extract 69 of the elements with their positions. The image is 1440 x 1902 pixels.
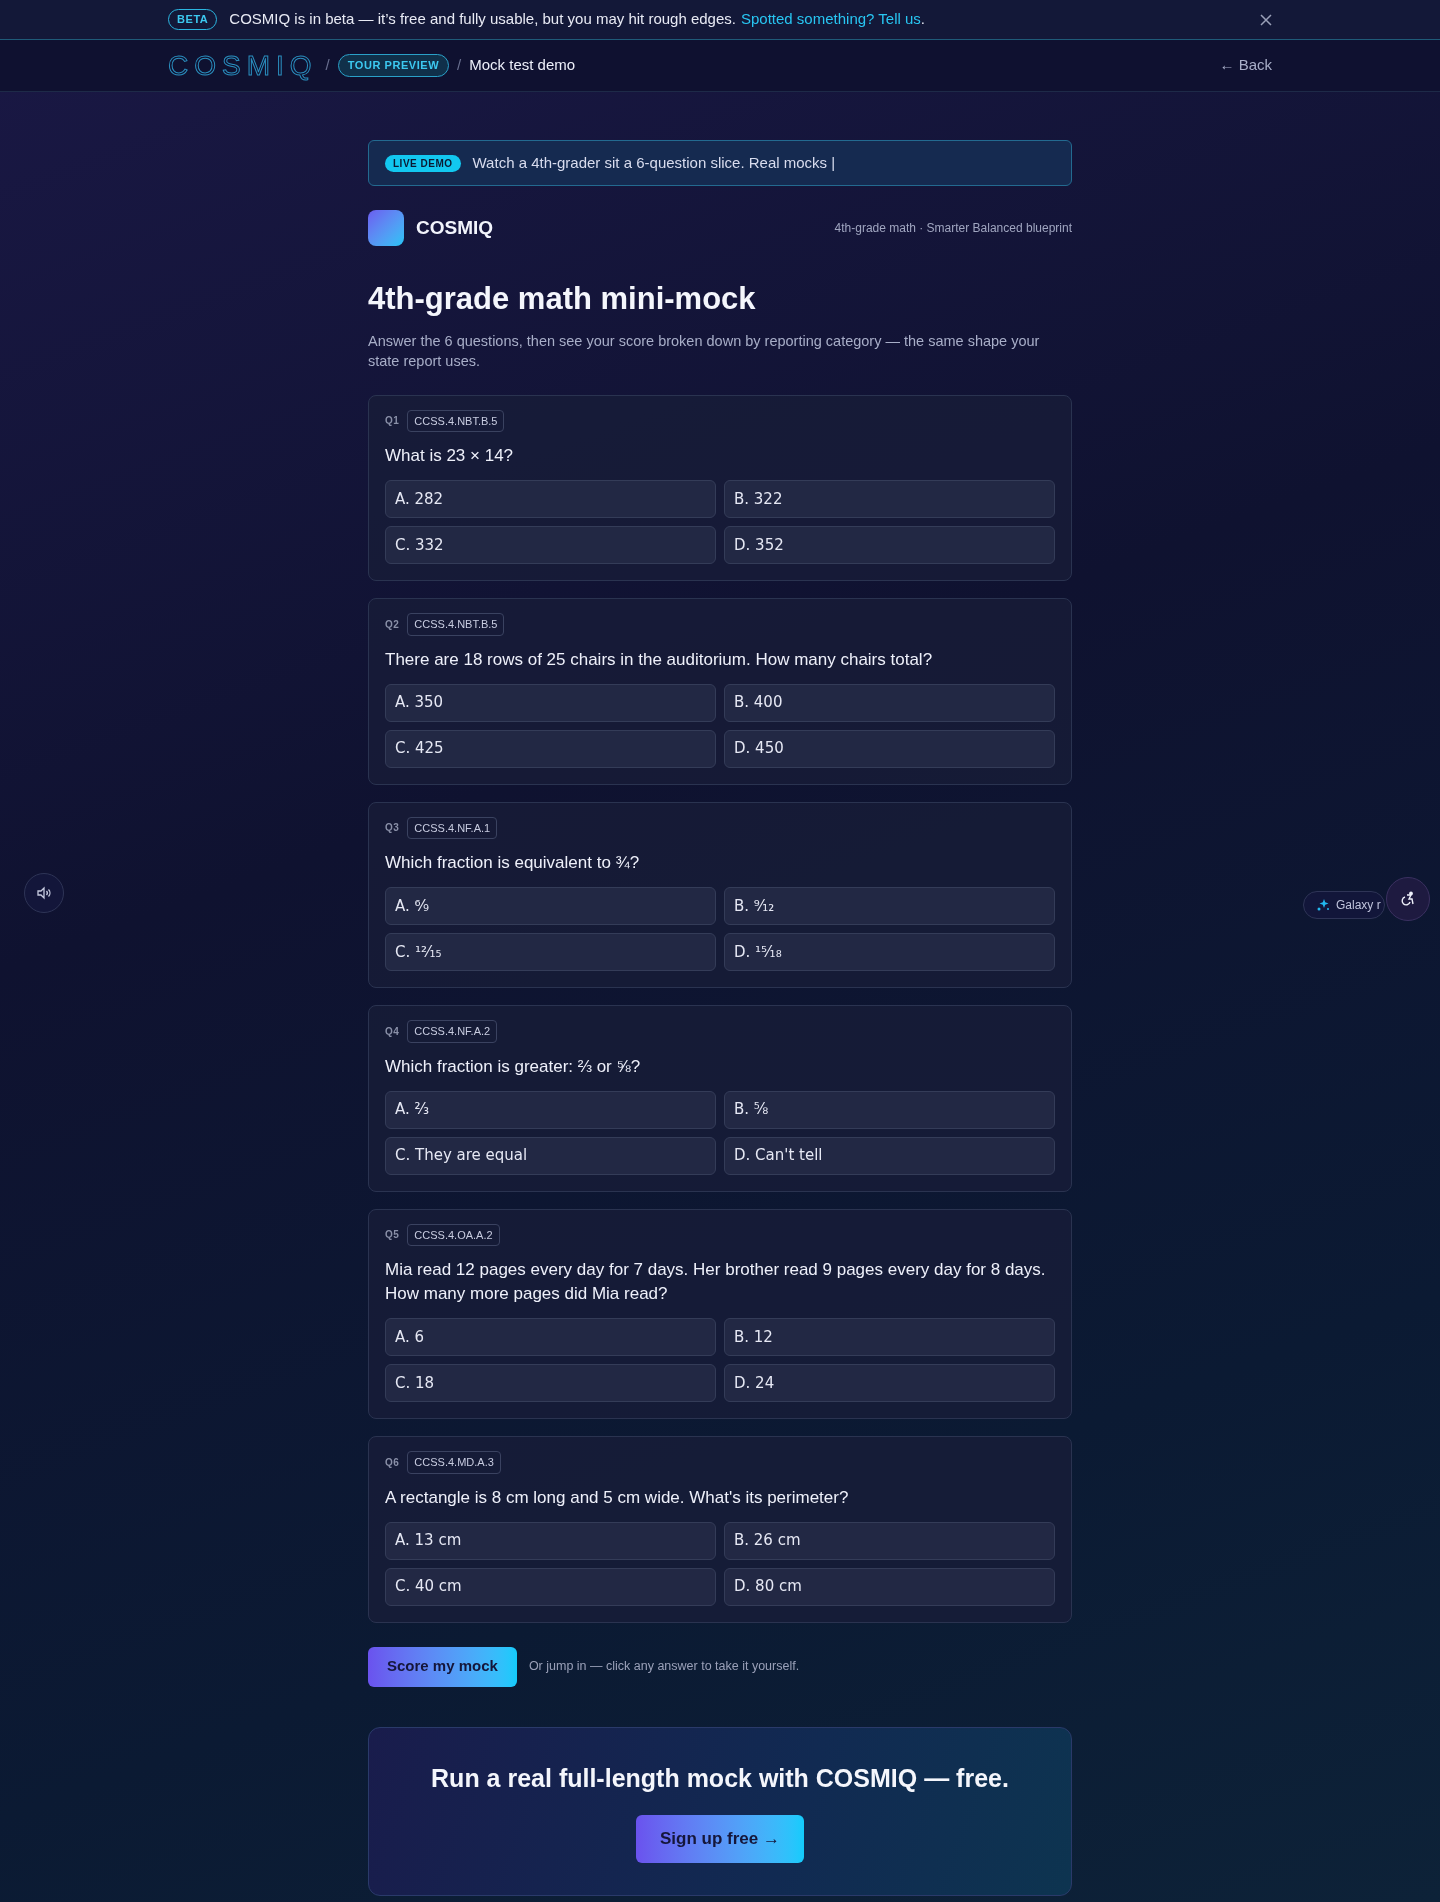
answer-option[interactable]: D. ¹⁵⁄₁₈ [724,933,1055,971]
score-button[interactable]: Score my mock [368,1646,517,1687]
answer-option[interactable]: D. 450 [724,729,1055,768]
question-text: Which fraction is greater: ⅔ or ⅝? [385,1055,642,1078]
answer-option[interactable]: C. They are equal [385,1136,716,1175]
accessibility-button[interactable] [1386,877,1430,921]
signup-button[interactable]: Sign up free → [636,1815,804,1863]
wheelchair-icon [1400,891,1416,907]
intro-text: Answer the 6 questions, then see your score broken down by reporting category — the same shape your state report uses. [368,331,1041,371]
answer-option[interactable]: B. 400 [724,683,1055,722]
answer-option[interactable]: A. 350 [385,683,716,722]
brand-name: COSMIQ [416,215,494,240]
standard-tag: CCSS.4.NBT.B.5 [407,409,505,432]
question-text: A rectangle is 8 cm long and 5 cm wide. What's its perimeter? [385,1486,850,1509]
close-icon[interactable] [1260,13,1272,26]
speaker-icon [36,885,52,901]
answer-option[interactable]: A. ⅔ [385,1090,716,1129]
answer-option[interactable]: D. 24 [724,1364,1055,1402]
standard-tag: CCSS.4.NF.A.1 [407,816,498,839]
answer-option[interactable]: C. 18 [385,1364,716,1402]
question-text: Mia read 12 pages every day for 7 days. Her brother read 9 pages every day for 8 days. How many more pages did Mia read? [385,1259,1047,1305]
standard-tag: CCSS.4.NBT.B.5 [407,613,505,636]
answer-option[interactable]: B. ⁹⁄₁₂ [724,887,1055,925]
answer-option[interactable]: B. 12 [724,1318,1055,1356]
standard-tag: CCSS.4.OA.A.2 [407,1223,500,1246]
question-number: Q2 [385,617,400,632]
breadcrumb-separator: / [457,55,462,76]
question-number: Q4 [385,1024,400,1039]
question-text: There are 18 rows of 25 chairs in the auditorium. How many chairs total? [385,648,934,671]
answer-option[interactable]: C. 425 [385,729,716,768]
answer-option[interactable]: B. 322 [724,480,1055,518]
score-hint: Or jump in — click any answer to take it yourself. [528,1658,800,1676]
standard-tag: CCSS.4.MD.A.3 [407,1451,501,1474]
page-title: 4th-grade math mini-mock [368,280,757,318]
brand-logo-icon [368,210,404,246]
cta-title: Run a real full-length mock with COSMIQ — free. [431,1762,1009,1794]
answer-option[interactable]: A. 13 cm [385,1521,716,1560]
answer-option[interactable]: B. 26 cm [724,1521,1055,1560]
brand-subtitle: 4th-grade math · Smarter Balanced blueprint [834,220,1072,237]
beta-message: COSMIQ is in beta — it’s free and fully usable, but you may hit rough edges. [229,9,736,30]
question-number: Q3 [385,821,400,836]
logo[interactable]: COSMIQ [168,44,318,87]
answer-option[interactable]: C. 40 cm [385,1567,716,1606]
answer-option[interactable]: A. 282 [385,480,716,518]
feedback-link[interactable]: Spotted something? Tell us [741,8,921,31]
breadcrumb-current: Mock test demo [469,55,576,76]
answer-option[interactable]: D. 352 [724,526,1055,564]
breadcrumb-separator: / [325,55,330,76]
question-text: Which fraction is equivalent to ¾? [385,852,641,874]
breadcrumb-pill[interactable]: TOUR PREVIEW [337,54,450,77]
answer-option[interactable]: A. 6 [385,1318,716,1356]
answer-option[interactable]: C. 332 [385,526,716,564]
galaxy-pill[interactable]: Galaxy r [1303,891,1385,919]
answer-option[interactable]: B. ⅝ [724,1090,1055,1129]
period-text: . [920,9,925,30]
standard-tag: CCSS.4.NF.A.2 [407,1020,498,1043]
live-demo-badge: LIVE DEMO [385,154,461,172]
question-number: Q6 [385,1455,400,1470]
answer-option[interactable]: D. 80 cm [724,1567,1055,1606]
sparkle-icon [1316,898,1330,912]
sound-button[interactable] [24,873,64,913]
live-demo-text: Watch a 4th-grader sit a 6-question slice. Real mocks | [472,152,836,173]
question-number: Q5 [385,1228,400,1243]
answer-option[interactable]: C. ¹²⁄₁₅ [385,933,716,971]
question-number: Q1 [385,414,400,429]
question-text: What is 23 × 14? [385,445,515,467]
back-link[interactable]: ← Back [1219,54,1272,77]
answer-option[interactable]: A. ⁶⁄₉ [385,887,716,925]
answer-option[interactable]: D. Can't tell [724,1136,1055,1175]
